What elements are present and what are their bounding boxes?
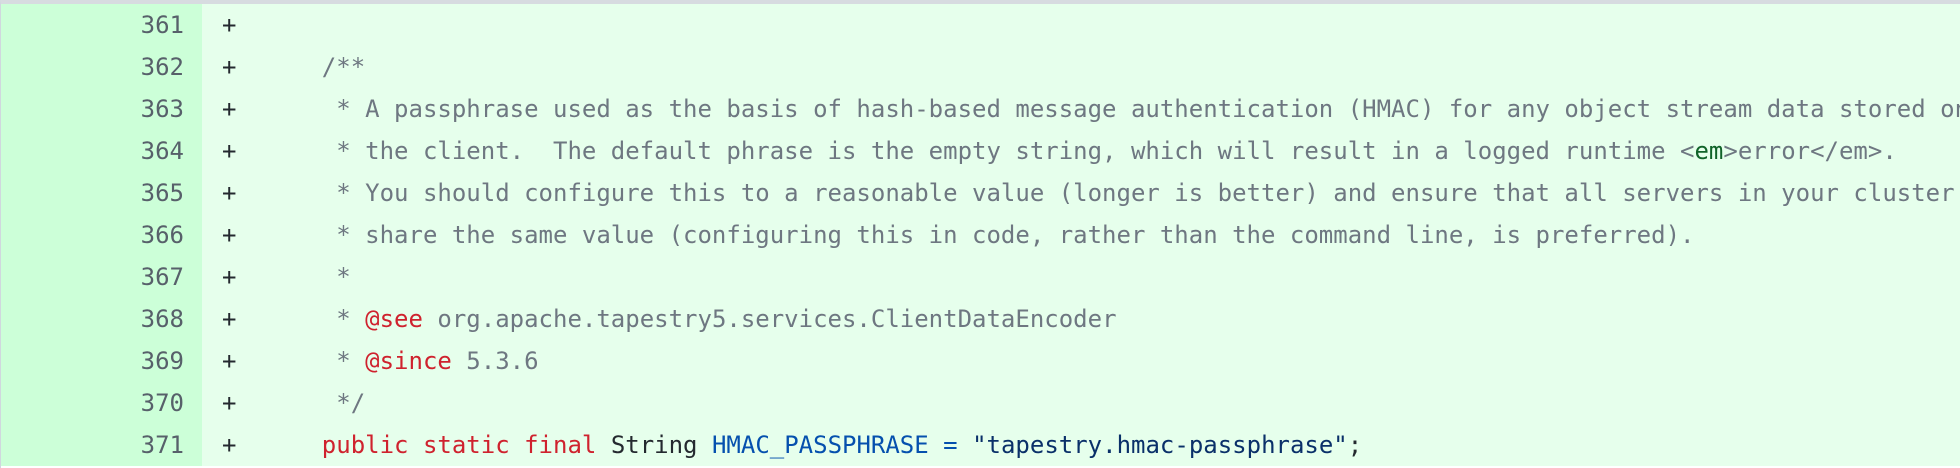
code-token: "tapestry.hmac-passphrase" [972, 431, 1348, 459]
code-cell: + * @since 5.3.6 [202, 340, 1960, 382]
diff-line: 361 + [1, 4, 1960, 46]
code-token: @since [365, 347, 452, 375]
diff-line: 366 + * share the same value (configuring… [1, 214, 1960, 256]
line-number[interactable]: 369 [1, 340, 202, 382]
code-token: * A passphrase used as the basis of hash… [336, 95, 1960, 123]
code-token: >error</em>. [1723, 137, 1897, 165]
code-token: * [336, 347, 366, 375]
added-marker: + [222, 305, 237, 333]
line-number[interactable]: 368 [1, 298, 202, 340]
added-marker: + [222, 347, 237, 375]
diff-view: 361 +362 + /** 363 + * A passphrase used as … [0, 0, 1960, 468]
code-cell: + * share the same value (configuring th… [202, 214, 1960, 256]
code-token: public [321, 431, 409, 459]
line-number[interactable]: 361 [1, 4, 202, 46]
diff-line: 364 + * the client. The default phrase is… [1, 130, 1960, 172]
code-token: HMAC_PASSPHRASE [711, 431, 929, 459]
line-number[interactable]: 363 [1, 88, 202, 130]
code-token: em [1694, 137, 1724, 165]
code-token: ; [1347, 431, 1363, 459]
code-cell: + * @see org.apache.tapestry5.services.C… [202, 298, 1960, 340]
added-marker: + [222, 263, 237, 291]
code-cell: + /** [202, 46, 1960, 88]
code-cell: + * You should configure this to a reaso… [202, 172, 1960, 214]
added-marker: + [222, 53, 237, 81]
added-marker: + [222, 221, 237, 249]
code-cell: + * A passphrase used as the basis of ha… [202, 88, 1960, 130]
code-cell: + [202, 4, 1960, 46]
code-cell: + */ [202, 382, 1960, 424]
code-token: = [943, 431, 958, 459]
code-token: @see [365, 305, 423, 333]
code-token: * [336, 305, 366, 333]
line-number[interactable]: 366 [1, 214, 202, 256]
diff-line: 370 + */ [1, 382, 1960, 424]
diff-line: 367 + * [1, 256, 1960, 298]
code-token: org.apache.tapestry5.services.ClientData… [422, 305, 1117, 333]
diff-line: 371 + public static final String HMAC_PAS… [1, 424, 1960, 466]
diff-line: 369 + * @since 5.3.6 [1, 340, 1960, 382]
code-cell: + * [202, 256, 1960, 298]
code-token: final [524, 431, 597, 459]
line-number[interactable]: 367 [1, 256, 202, 298]
code-token: static [422, 431, 510, 459]
added-marker: + [222, 137, 237, 165]
code-token: String [610, 431, 698, 459]
code-token: * [336, 263, 351, 291]
diff-line: 362 + /** [1, 46, 1960, 88]
added-marker: + [222, 95, 237, 123]
added-marker: + [222, 389, 237, 417]
line-number[interactable]: 371 [1, 424, 202, 466]
code-token: * share the same value (configuring this… [336, 221, 1695, 249]
code-token: 5.3.6 [451, 347, 539, 375]
added-marker: + [222, 431, 237, 459]
added-marker: + [222, 11, 237, 39]
code-token: * the client. The default phrase is the … [336, 137, 1695, 165]
code-token: */ [336, 389, 366, 417]
added-marker: + [222, 179, 237, 207]
line-number[interactable]: 370 [1, 382, 202, 424]
code-token: /** [321, 53, 366, 81]
code-token: * You should configure this to a reasona… [336, 179, 1955, 207]
line-number[interactable]: 364 [1, 130, 202, 172]
diff-line: 368 + * @see org.apache.tapestry5.service… [1, 298, 1960, 340]
diff-line: 365 + * You should configure this to a re… [1, 172, 1960, 214]
code-cell: + * the client. The default phrase is th… [202, 130, 1960, 172]
line-number[interactable]: 362 [1, 46, 202, 88]
line-number[interactable]: 365 [1, 172, 202, 214]
diff-line: 363 + * A passphrase used as the basis of… [1, 88, 1960, 130]
code-cell: + public static final String HMAC_PASSPH… [202, 424, 1960, 466]
